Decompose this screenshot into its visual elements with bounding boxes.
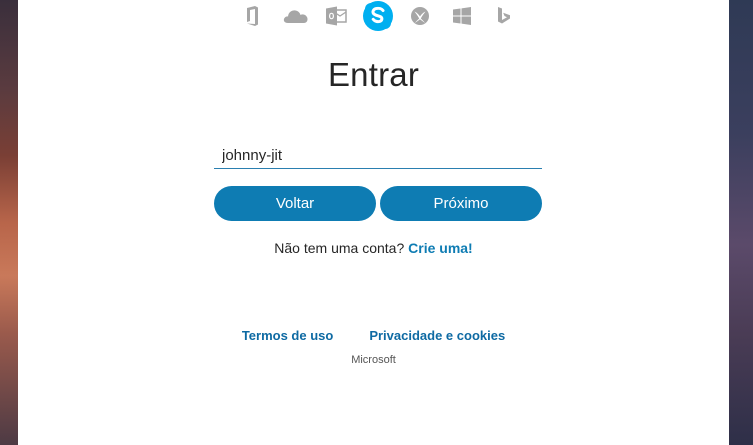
next-button[interactable]: Próximo bbox=[380, 186, 542, 221]
desktop-wallpaper-left bbox=[0, 0, 18, 445]
footer-links: Termos de uso Privacidade e cookies bbox=[18, 328, 729, 343]
windows-icon[interactable] bbox=[450, 4, 474, 28]
microsoft-apps-bar bbox=[18, 0, 729, 34]
desktop-wallpaper-right bbox=[729, 0, 753, 445]
sign-in-dialog: Entrar Voltar Próximo Não tem uma conta?… bbox=[18, 0, 729, 445]
no-account-row: Não tem uma conta? Crie uma! bbox=[18, 240, 729, 256]
back-button[interactable]: Voltar bbox=[214, 186, 376, 221]
page-title: Entrar bbox=[327, 56, 420, 93]
no-account-text: Não tem uma conta? bbox=[274, 240, 405, 256]
skype-icon[interactable] bbox=[362, 0, 394, 32]
microsoft-brand: Microsoft bbox=[351, 354, 396, 366]
username-input[interactable] bbox=[214, 143, 542, 169]
xbox-icon[interactable] bbox=[408, 4, 432, 28]
bing-icon[interactable] bbox=[492, 4, 516, 28]
onedrive-icon[interactable] bbox=[282, 4, 310, 28]
terms-link[interactable]: Termos de uso bbox=[242, 328, 334, 343]
privacy-cookies-link[interactable]: Privacidade e cookies bbox=[369, 328, 505, 343]
create-account-link[interactable]: Crie uma! bbox=[408, 240, 473, 256]
office-icon[interactable] bbox=[240, 4, 264, 28]
outlook-icon[interactable] bbox=[324, 4, 348, 28]
